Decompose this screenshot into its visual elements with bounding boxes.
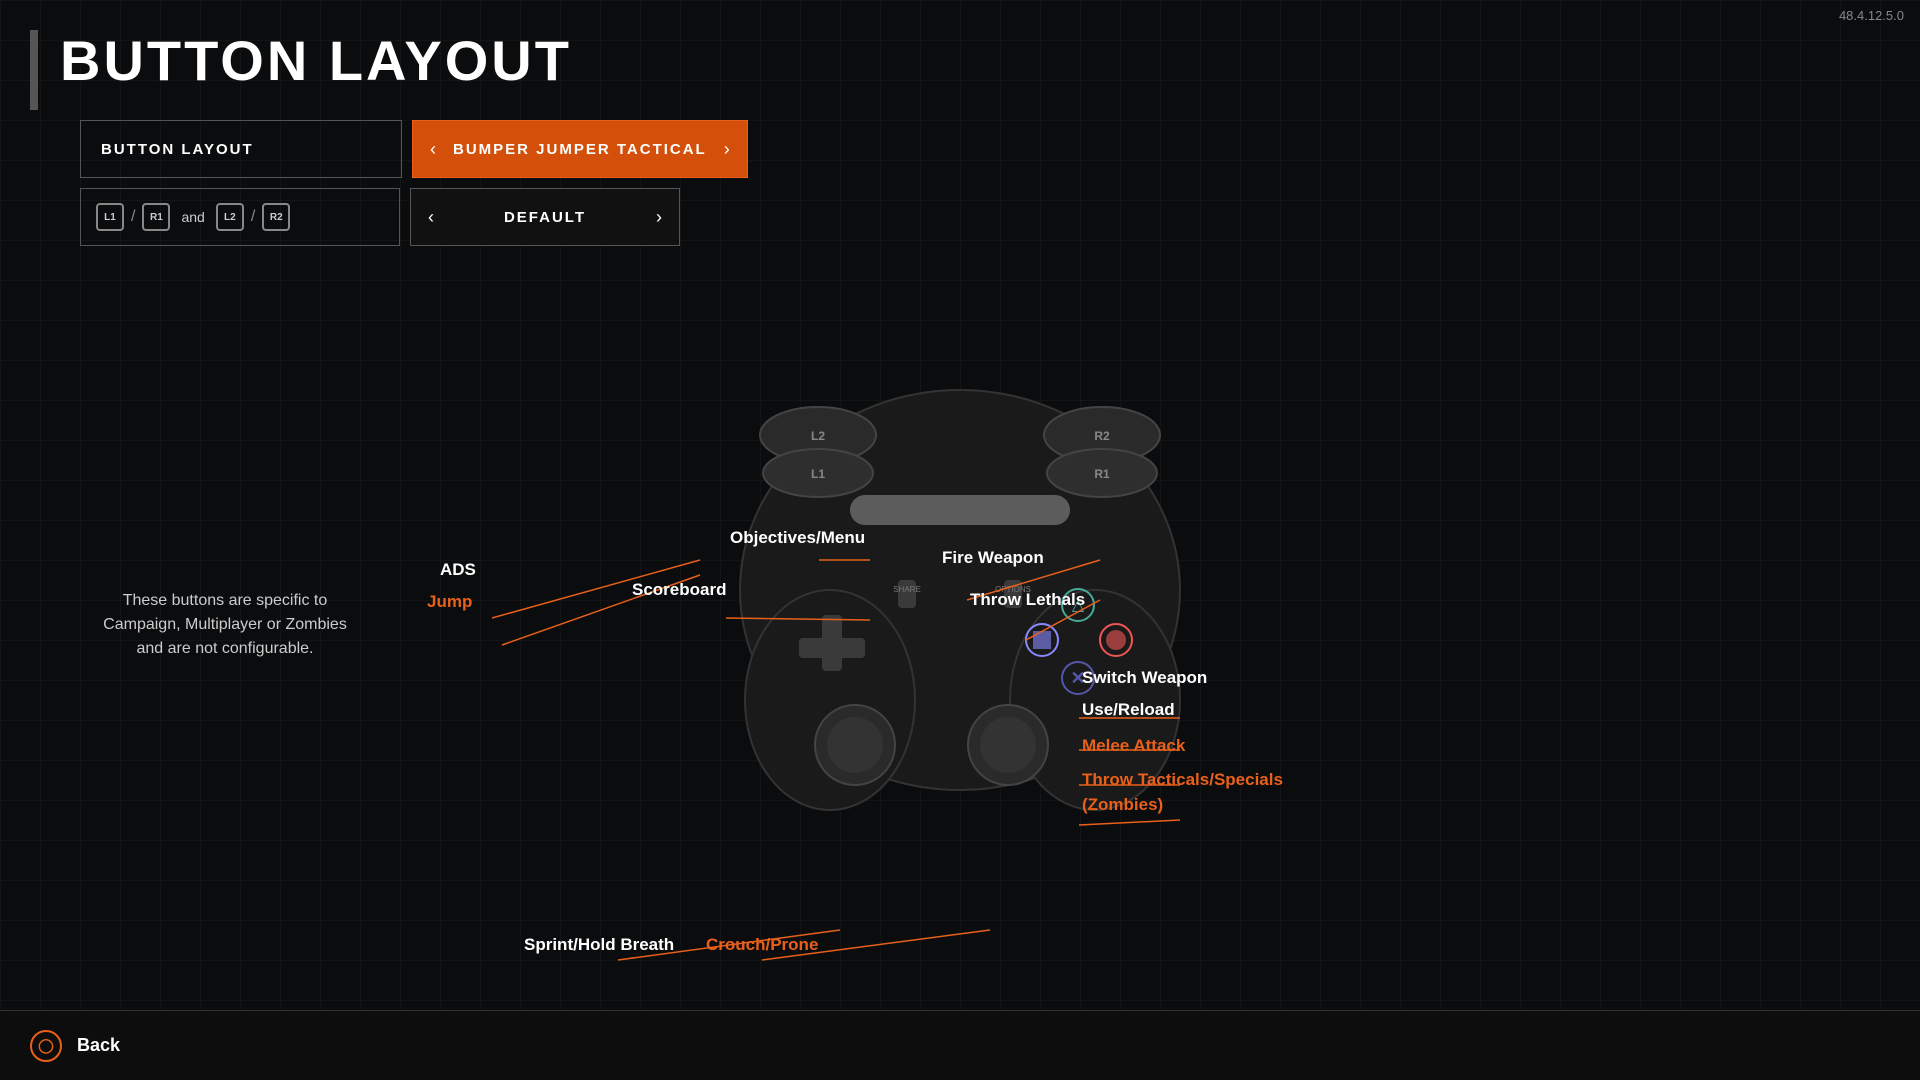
layout-value-selector[interactable]: ‹ BUMPER JUMPER TACTICAL › [412,120,748,178]
throw-tacticals-label2: (Zombies) [1082,795,1163,815]
info-text: These buttons are specific toCampaign, M… [90,589,360,661]
crouch-label: Crouch/Prone [706,935,818,955]
layout-label: BUTTON LAYOUT [81,141,401,158]
controller-area: L2 L1 R2 R1 SHARE OPTIONS [0,250,1920,1000]
layout-next-arrow[interactable]: › [707,121,747,177]
melee-attack-label: Melee Attack [1082,736,1185,756]
controls-area: BUTTON LAYOUT ‹ BUMPER JUMPER TACTICAL ›… [80,120,748,246]
svg-text:L2: L2 [811,429,825,443]
back-label[interactable]: Back [77,1035,120,1056]
svg-text:L1: L1 [811,467,825,481]
layout-prev-arrow[interactable]: ‹ [413,121,453,177]
layout-control-row: BUTTON LAYOUT ‹ BUMPER JUMPER TACTICAL › [80,120,748,178]
and-text: and [181,209,204,225]
page-title: BUTTON LAYOUT [60,28,572,93]
sprint-label: Sprint/Hold Breath [524,935,674,955]
button-icons-box: L1 / R1 and L2 / R2 [80,188,400,246]
r1-icon: R1 [142,203,170,231]
fire-weapon-label: Fire Weapon [942,548,1044,568]
secondary-value-selector[interactable]: ‹ DEFAULT › [410,188,680,246]
switch-weapon-label: Switch Weapon [1082,668,1207,688]
throw-lethals-label: Throw Lethals [970,590,1085,610]
left-accent-bar [30,30,38,110]
jump-label: Jump [427,592,472,612]
secondary-prev-arrow[interactable]: ‹ [411,189,451,245]
svg-text:R1: R1 [1094,467,1110,481]
throw-tacticals-label: Throw Tacticals/Specials [1082,770,1283,790]
slash1: / [131,208,135,226]
secondary-next-arrow[interactable]: › [639,189,679,245]
scoreboard-label: Scoreboard [632,580,726,600]
secondary-value-text: DEFAULT [451,209,639,226]
svg-text:R2: R2 [1094,429,1110,443]
objectives-label: Objectives/Menu [730,528,865,548]
l1-icon: L1 [96,203,124,231]
layout-label-box: BUTTON LAYOUT [80,120,402,178]
layout-value-text: BUMPER JUMPER TACTICAL [453,141,707,158]
back-button-icon[interactable]: ◯ [30,1030,62,1062]
slash2: / [251,208,255,226]
ads-label: ADS [440,560,476,580]
l2-icon: L2 [216,203,244,231]
bottom-bar: ◯ Back [0,1010,1920,1080]
r2-icon: R2 [262,203,290,231]
secondary-control-row: L1 / R1 and L2 / R2 ‹ DEFAULT › [80,188,748,246]
version-label: 48.4.12.5.0 [1839,8,1904,23]
svg-text:SHARE: SHARE [893,585,921,594]
use-reload-label: Use/Reload [1082,700,1175,720]
